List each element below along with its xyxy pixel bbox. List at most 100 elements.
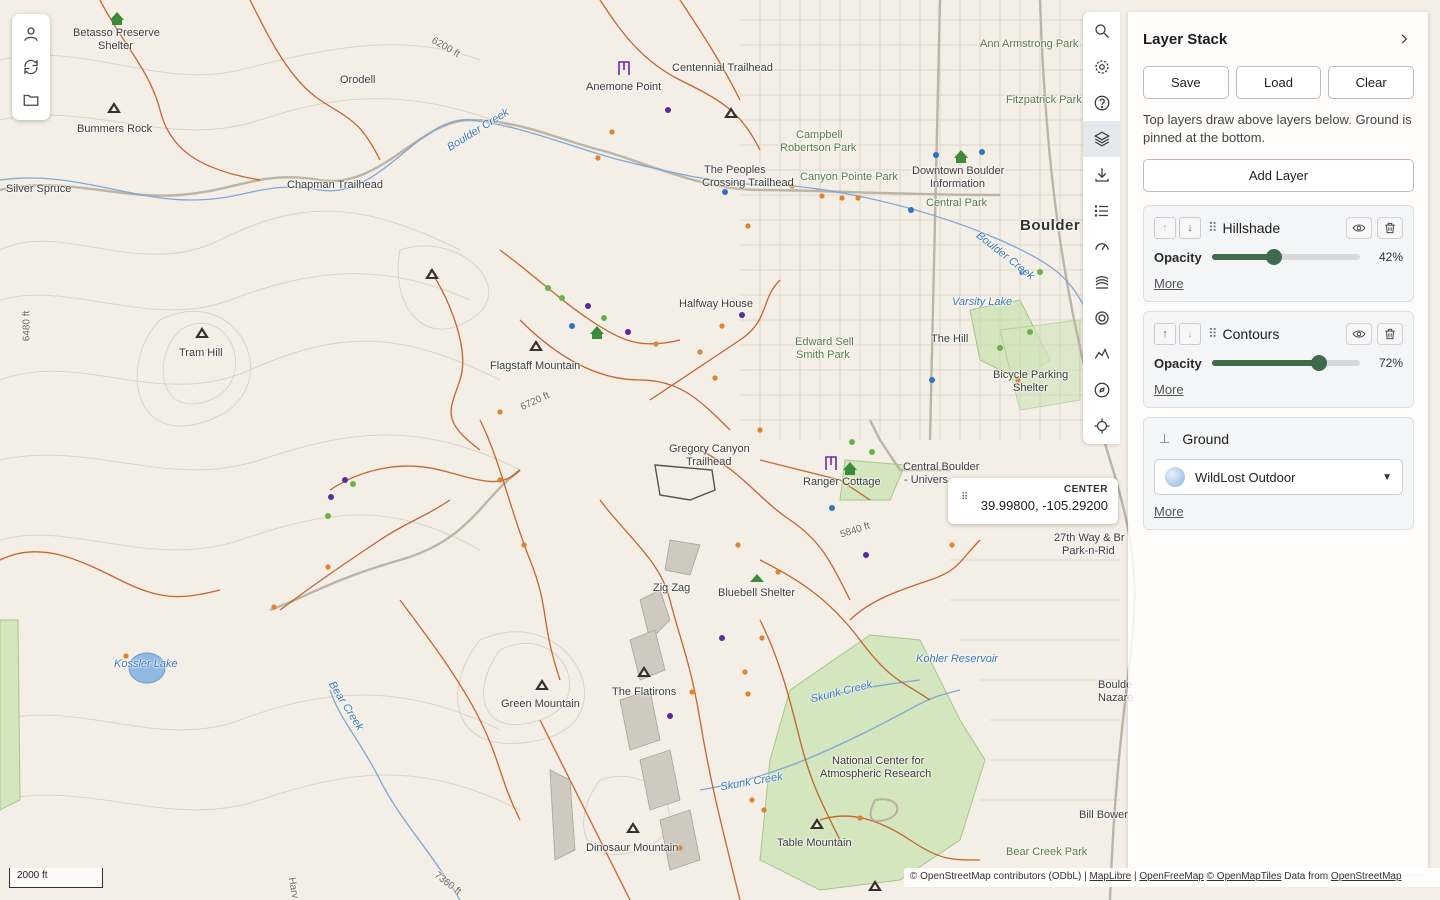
layer-name: Contours <box>1222 326 1280 342</box>
basemap-swatch-icon <box>1165 467 1185 487</box>
layer-stack-panel: Layer Stack Save Load Clear Top layers d… <box>1128 12 1428 874</box>
openfreemap-link[interactable]: OpenFreeMap <box>1139 871 1203 882</box>
osm-link[interactable]: OpenStreetMap <box>1331 871 1402 882</box>
elevation-icon[interactable] <box>1083 336 1120 372</box>
layer-hint-text: Top layers draw above layers below. Grou… <box>1143 112 1412 145</box>
map-label: National Center for <box>832 755 925 767</box>
target-icon[interactable] <box>1083 300 1120 336</box>
opacity-value: 72% <box>1378 356 1403 370</box>
center-label: CENTER <box>1063 484 1108 495</box>
layers-icon[interactable] <box>1083 120 1120 157</box>
map-label: Ranger Cottage <box>803 476 881 488</box>
peak-dinosaur-icon <box>626 822 640 833</box>
left-toolbar <box>12 14 50 120</box>
add-layer-button[interactable]: Add Layer <box>1143 159 1414 192</box>
more-link[interactable]: More <box>1154 382 1184 397</box>
map-label: Bill Bower <box>1079 809 1128 821</box>
load-button[interactable]: Load <box>1235 66 1322 99</box>
compass-icon[interactable] <box>1083 372 1120 408</box>
map-label: Varsity Lake <box>952 296 1013 308</box>
basemap-selected: WildLost Outdoor <box>1195 469 1296 485</box>
map-label: - Univers <box>904 474 949 486</box>
help-icon[interactable] <box>1083 85 1120 121</box>
map-label: Anemone Point <box>586 81 662 93</box>
map-label: 6480 ft <box>21 310 33 342</box>
panel-header: Layer Stack <box>1143 26 1414 52</box>
peak-table-mountain-icon <box>810 818 824 829</box>
gear-icon[interactable] <box>1083 49 1120 85</box>
drag-handle-icon[interactable]: ⠿ <box>1208 220 1217 236</box>
clear-button[interactable]: Clear <box>1328 66 1415 99</box>
peak-green-mountain-icon <box>535 679 549 690</box>
user-icon[interactable] <box>16 19 46 49</box>
download-icon[interactable] <box>1083 157 1120 193</box>
move-up-button[interactable]: ↑ <box>1154 217 1176 239</box>
move-down-button[interactable]: ↓ <box>1179 323 1201 345</box>
peak-icon <box>868 880 882 891</box>
terrain-icon[interactable] <box>1083 264 1120 300</box>
save-button[interactable]: Save <box>1143 66 1229 99</box>
layer-name: Hillshade <box>1222 220 1281 236</box>
more-link[interactable]: More <box>1154 504 1184 519</box>
map-label: 27th Way & Br <box>1054 532 1125 544</box>
map-label: Chapman Trailhead <box>287 179 384 191</box>
map-label: Fitzpatrick Park <box>1006 94 1082 106</box>
map-label: Flagstaff Mountain <box>490 360 581 372</box>
basemap-select[interactable]: WildLost Outdoor ▼ <box>1154 459 1403 495</box>
map-label: Kohler Reservoir <box>916 653 998 665</box>
list-icon[interactable] <box>1083 193 1120 229</box>
opacity-label: Opacity <box>1154 355 1202 371</box>
map-label: Shelter <box>1013 382 1048 394</box>
map-label: Table Mountain <box>777 837 852 849</box>
map-label: Atmospheric Research <box>820 768 932 780</box>
attribution: © OpenStreetMap contributors (ODbL) | Ma… <box>904 868 1440 887</box>
opacity-value: 42% <box>1378 250 1403 264</box>
peak-flatirons-icon <box>637 666 651 677</box>
opacity-slider[interactable] <box>1212 249 1360 265</box>
peak-bummers-rock-icon <box>107 102 121 113</box>
refresh-icon[interactable] <box>16 52 46 82</box>
map-label: Gregory Canyon <box>669 443 750 455</box>
map-label: Dinosaur Mountain <box>586 842 679 854</box>
locate-icon[interactable] <box>1083 408 1120 444</box>
eye-icon[interactable] <box>1346 323 1372 345</box>
gauge-icon[interactable] <box>1083 229 1120 265</box>
map-label: Robertson Park <box>780 142 857 154</box>
trash-icon[interactable] <box>1377 323 1403 345</box>
map-label: Canyon Pointe Park <box>800 171 898 183</box>
map-label: Trailhead <box>686 456 732 468</box>
map-label: Halfway House <box>679 298 753 310</box>
opacity-slider[interactable] <box>1212 355 1360 371</box>
more-link[interactable]: More <box>1154 276 1184 291</box>
eye-icon[interactable] <box>1346 217 1372 239</box>
center-coordinates: 39.99800, -105.29200 <box>980 498 1108 513</box>
peak-icon <box>425 268 439 279</box>
center-readout[interactable]: ⠿ CENTER 39.99800, -105.29200 <box>948 478 1118 524</box>
chevron-down-icon: ▼ <box>1382 471 1392 483</box>
search-icon[interactable] <box>1083 13 1120 49</box>
folder-icon[interactable] <box>16 85 46 115</box>
attribution-data-from: Data from <box>1284 871 1329 882</box>
maplibre-link[interactable]: MapLibre <box>1090 871 1132 882</box>
map-label: Bluebell Shelter <box>718 587 796 599</box>
drag-handle-icon[interactable]: ⠿ <box>1208 326 1217 342</box>
move-down-button[interactable]: ↓ <box>1179 217 1201 239</box>
tool-rail <box>1083 12 1120 444</box>
peak-flagstaff-icon <box>529 340 543 351</box>
scale-label: 2000 ft <box>17 870 48 881</box>
slider-knob[interactable] <box>1310 355 1327 371</box>
map-label: Tram Hill <box>179 347 223 359</box>
layer-card-ground: ⊥ Ground WildLost Outdoor ▼ More <box>1143 417 1414 530</box>
drag-handle-icon[interactable]: ⠿ <box>961 493 968 503</box>
layer-actions: Save Load Clear <box>1143 66 1415 99</box>
map-label: The Hill <box>931 333 969 345</box>
map-label: Betasso Preserve <box>73 27 160 39</box>
chevron-right-icon[interactable] <box>1394 29 1414 49</box>
slider-knob[interactable] <box>1266 249 1283 265</box>
peak-tram-hill-icon <box>195 327 209 338</box>
attribution-separator: | <box>1133 871 1137 882</box>
trash-icon[interactable] <box>1377 217 1403 239</box>
map-label: Crossing Trailhead <box>702 177 794 189</box>
move-up-button[interactable]: ↑ <box>1154 323 1176 345</box>
openmaptiles-link[interactable]: © OpenMapTiles <box>1207 871 1282 882</box>
